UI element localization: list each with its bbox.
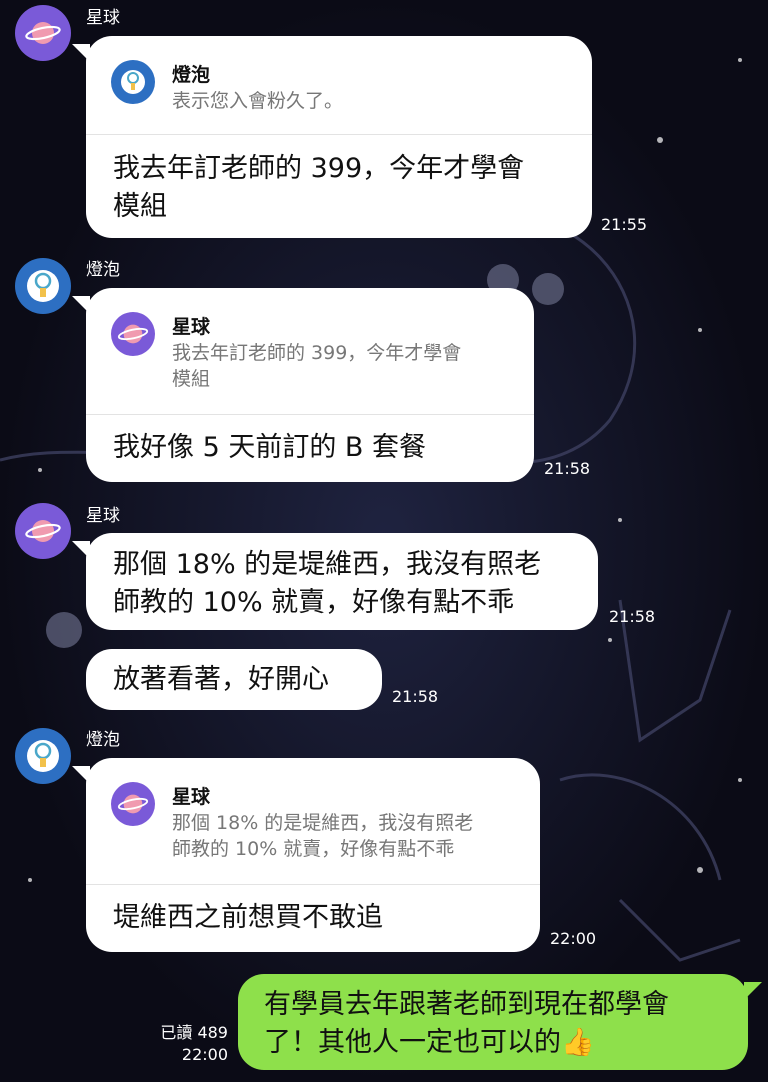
quote-text: 表示您入會粉久了。 bbox=[172, 90, 344, 112]
message-bubble[interactable]: 星球 那個 18% 的是堤維西，我沒有照老 師教的 10% 就賣，好像有點不乖 … bbox=[72, 758, 540, 952]
message-text: 放著看著，好開心 bbox=[113, 664, 329, 695]
planet-icon bbox=[25, 520, 61, 542]
lightbulb-icon bbox=[27, 270, 59, 302]
quote-sender: 燈泡 bbox=[172, 64, 211, 86]
sender-name: 星球 bbox=[86, 8, 120, 28]
quote-text-line: 那個 18% 的是堤維西，我沒有照老 bbox=[172, 812, 474, 834]
avatar[interactable] bbox=[15, 728, 71, 784]
message-time: 21:58 bbox=[544, 459, 591, 478]
quoted-message[interactable]: 星球 我去年訂老師的 399，今年才學會 模組 bbox=[86, 288, 534, 415]
avatar[interactable] bbox=[15, 258, 71, 314]
quote-sender: 星球 bbox=[172, 786, 211, 808]
message-bubble[interactable]: 星球 我去年訂老師的 399，今年才學會 模組 我好像 5 天前訂的 B 套餐 bbox=[72, 288, 534, 482]
avatar[interactable] bbox=[15, 5, 71, 61]
message-text: 我去年訂老師的 399，今年才學會 bbox=[113, 153, 525, 184]
message-bubble[interactable]: 有學員去年跟著老師到現在都學會 了！其他人一定也可以的👍 bbox=[238, 974, 762, 1070]
quote-sender: 星球 bbox=[172, 316, 211, 338]
quote-text-line: 師教的 10% 就賣，好像有點不乖 bbox=[172, 838, 455, 860]
quote-text: 那個 18% 的是堤維西，我沒有照老 師教的 10% 就賣，好像有點不乖 bbox=[172, 810, 473, 862]
message-time: 21:58 bbox=[392, 687, 439, 706]
avatar bbox=[111, 60, 155, 104]
lightbulb-icon bbox=[27, 740, 59, 772]
quoted-message[interactable]: 燈泡 表示您入會粉久了。 bbox=[86, 36, 592, 135]
message-text: 有學員去年跟著老師到現在都學會 bbox=[264, 989, 669, 1020]
read-status: 已讀 489 22:00 bbox=[120, 1022, 228, 1066]
sender-name: 星球 bbox=[86, 506, 120, 526]
lightbulb-icon bbox=[121, 70, 145, 94]
message-text-line: 了！其他人一定也可以的👍 bbox=[264, 1024, 748, 1062]
message-text: 那個 18% 的是堤維西，我沒有照老 bbox=[113, 549, 542, 580]
message-bubble[interactable]: 燈泡 表示您入會粉久了。 我去年訂老師的 399，今年才學會 模組 bbox=[72, 36, 592, 238]
avatar[interactable] bbox=[15, 503, 71, 559]
message-time: 21:58 bbox=[609, 607, 656, 626]
sender-name: 燈泡 bbox=[86, 730, 120, 750]
message-text: 師教的 10% 就賣，好像有點不乖 bbox=[113, 587, 515, 618]
message-bubble[interactable]: 那個 18% 的是堤維西，我沒有照老 師教的 10% 就賣，好像有點不乖 bbox=[72, 533, 598, 630]
sender-name: 燈泡 bbox=[86, 260, 120, 280]
quoted-message[interactable]: 星球 那個 18% 的是堤維西，我沒有照老 師教的 10% 就賣，好像有點不乖 bbox=[86, 758, 540, 885]
planet-icon bbox=[117, 794, 149, 814]
message-text: 模組 bbox=[113, 191, 167, 222]
read-count: 已讀 489 bbox=[160, 1023, 228, 1042]
planet-icon bbox=[117, 324, 149, 344]
message-bubble[interactable]: 放著看著，好開心 bbox=[86, 649, 382, 710]
avatar bbox=[111, 782, 155, 826]
quote-text-line: 我去年訂老師的 399，今年才學會 bbox=[172, 342, 462, 364]
quote-text-line: 模組 bbox=[172, 368, 211, 390]
message-time: 22:00 bbox=[181, 1045, 228, 1064]
thumbs-up-icon: 👍 bbox=[561, 1027, 595, 1058]
message-time: 22:00 bbox=[550, 929, 597, 948]
planet-icon bbox=[25, 22, 61, 44]
message-text: 了！其他人一定也可以的 bbox=[264, 1027, 561, 1058]
message-text: 我好像 5 天前訂的 B 套餐 bbox=[113, 432, 427, 463]
quote-text: 我去年訂老師的 399，今年才學會 模組 bbox=[172, 340, 461, 392]
message-text: 堤維西之前想買不敢追 bbox=[113, 902, 383, 933]
avatar bbox=[111, 312, 155, 356]
message-time: 21:55 bbox=[601, 215, 648, 234]
